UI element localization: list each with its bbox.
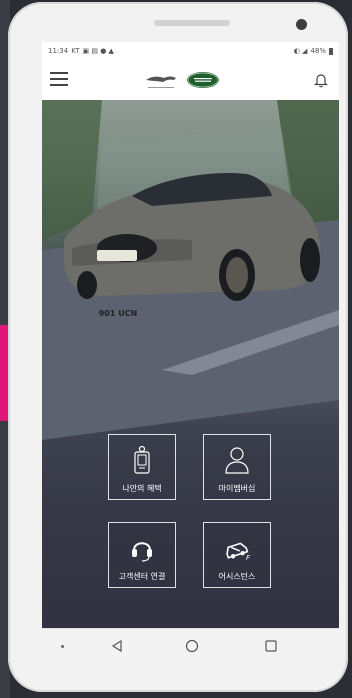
tile-label: 나만의 혜택 bbox=[122, 484, 162, 493]
hamburger-menu-icon[interactable] bbox=[50, 72, 68, 88]
assistance-button[interactable]: F 어시스턴스 bbox=[203, 522, 271, 588]
hero-car-image bbox=[42, 100, 339, 440]
land-rover-logo bbox=[187, 72, 219, 88]
system-nav-bar bbox=[42, 628, 339, 662]
status-carrier: KT bbox=[71, 47, 80, 55]
hero-banner: 901 UCN 나만의 혜택 마이멤버십 고객센터 연결 F 어시스턴스 bbox=[42, 100, 339, 628]
home-icon[interactable] bbox=[177, 629, 207, 662]
signal-icon: ◐ ◢ bbox=[293, 47, 308, 55]
license-plate: 901 UCN bbox=[98, 309, 138, 318]
tile-label: 고객센터 연결 bbox=[118, 572, 166, 581]
app-screen: 11:34 KT ▣ ▤ ● ▲ ◐ ◢ 48% 901 UCN 나만의 혜택 … bbox=[42, 42, 339, 662]
customer-center-button[interactable]: 고객센터 연결 bbox=[108, 522, 176, 588]
battery-icon bbox=[329, 47, 333, 55]
svg-text:F: F bbox=[246, 554, 251, 562]
app-bar bbox=[42, 60, 339, 100]
person-icon bbox=[204, 445, 270, 475]
car-assistance-icon: F bbox=[204, 533, 270, 563]
jaguar-logo bbox=[144, 70, 178, 92]
phone-camera bbox=[296, 19, 307, 30]
tile-label: 어시스턴스 bbox=[218, 572, 256, 581]
phone-frame: 11:34 KT ▣ ▤ ● ▲ ◐ ◢ 48% 901 UCN 나만의 혜택 … bbox=[8, 2, 348, 692]
benefit-tag-icon bbox=[109, 445, 175, 475]
status-bar: 11:34 KT ▣ ▤ ● ▲ ◐ ◢ 48% bbox=[42, 42, 339, 60]
nav-dot-icon bbox=[50, 629, 74, 662]
my-benefits-button[interactable]: 나만의 혜택 bbox=[108, 434, 176, 500]
battery-level: 48% bbox=[310, 47, 326, 55]
headset-icon bbox=[109, 533, 175, 563]
status-time: 11:34 bbox=[48, 47, 69, 55]
my-membership-button[interactable]: 마이멤버십 bbox=[203, 434, 271, 500]
notification-icons: ▣ ▤ ● ▲ bbox=[82, 47, 114, 55]
back-icon[interactable] bbox=[102, 629, 132, 662]
bell-icon[interactable] bbox=[312, 71, 330, 89]
tile-label: 마이멤버십 bbox=[218, 484, 256, 493]
recents-icon[interactable] bbox=[256, 629, 286, 662]
phone-speaker bbox=[154, 20, 230, 26]
